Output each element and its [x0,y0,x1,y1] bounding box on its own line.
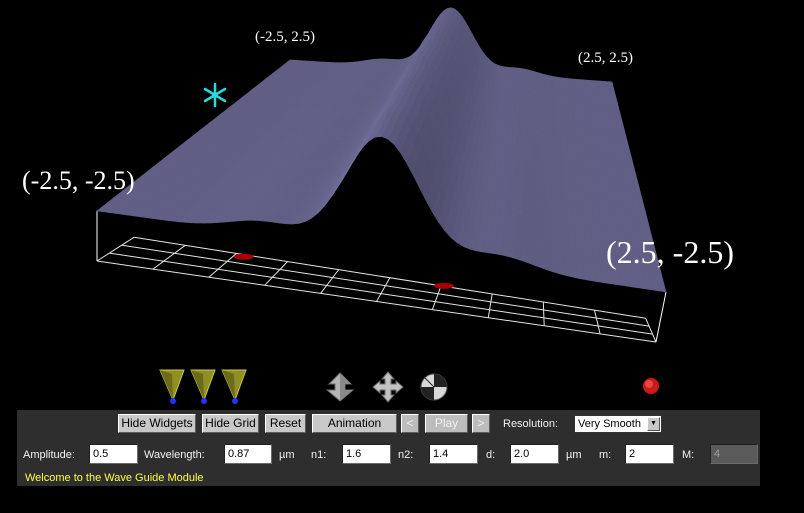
corner-label-bottom-left: (-2.5, -2.5) [22,166,135,195]
wavelength-label: Wavelength: [144,449,205,461]
surface-facet [509,117,515,124]
surface-facet [551,81,556,89]
surface-facet [494,248,503,256]
surface-facet [499,160,506,167]
surface-facet [489,197,497,205]
status-message: Welcome to the Wave Guide Module [25,472,204,484]
resolution-select[interactable]: Very Smooth ▼ [574,415,662,433]
floor-marker [434,282,455,289]
resolution-value: Very Smooth [578,418,641,430]
prev-frame-button[interactable]: < [401,414,419,433]
surface-facet [488,247,497,255]
surface-facet [475,245,484,253]
surface-facet [514,106,520,114]
grid-line [542,301,545,326]
n1-field[interactable] [342,444,391,464]
hide-widgets-button[interactable]: Hide Widgets [118,414,196,433]
surface-facet [505,155,512,163]
surface-facet [564,269,572,278]
surface-facet [506,138,513,146]
surface-facet [492,175,499,182]
amplitude-label: Amplitude: [23,449,75,461]
reset-button[interactable]: Reset [265,414,306,433]
surface-facet [500,148,507,156]
surface-facet [514,111,520,120]
surface-facet [507,127,514,135]
surface-facet [495,192,503,200]
next-frame-button[interactable]: > [472,414,490,433]
corner-label-top-left: (-2.5, 2.5) [255,29,315,45]
surface-facet [515,94,521,102]
surface-facet [490,186,498,194]
surface-facet [484,229,492,238]
d-unit: µm [566,449,582,461]
grid-line [593,310,601,335]
source-cone-icon-2[interactable] [189,368,217,406]
grid-line [376,277,391,302]
grid-line [320,269,340,294]
rotate-ball-icon[interactable] [419,372,451,402]
surface-facet [497,175,504,183]
surface-facet [582,273,591,281]
resolution-label: Resolution: [503,418,559,430]
surface-facet [657,284,667,293]
grid-line [264,261,288,286]
surface-facet [501,143,508,151]
n2-label: n2: [398,449,414,461]
corner-label-bottom-right: (2.5, -2.5) [606,234,734,270]
m-field[interactable] [625,444,674,464]
floor-marker [233,253,254,260]
surface-facet [496,181,504,189]
animation-button[interactable]: Animation [312,414,397,433]
surface-facet [576,271,585,280]
amplitude-field[interactable] [89,444,138,464]
move-cross-icon[interactable] [372,371,404,403]
wavelength-unit: µm [279,449,295,461]
corner-label-top-right: (2.5, 2.5) [578,50,633,66]
n2-field[interactable] [429,444,478,464]
surface-facet [489,192,497,200]
surface-facet [482,246,490,254]
grid-line [487,293,493,318]
surface-facet [589,274,597,282]
grid-line [152,244,186,270]
move-vertical-icon[interactable] [324,372,356,402]
surface-facet [521,74,527,82]
wave-3d-viewport[interactable]: (-2.5, 2.5) (2.5, 2.5) (-2.5, -2.5) (2.5… [0,0,804,405]
wave-surface-plot[interactable] [0,0,804,405]
play-button[interactable]: Play [425,414,468,433]
d-field[interactable] [510,444,559,464]
source-cone-icon-1[interactable] [158,368,186,406]
grid-line [96,236,135,262]
surface-facet [515,100,521,108]
grid-line [431,285,442,310]
surface-facet [508,122,515,130]
grid-line [645,318,657,343]
d-label: d: [486,449,496,461]
M-field [710,444,758,464]
chevron-down-icon[interactable]: ▼ [647,417,660,431]
surface-facet [506,143,513,151]
wavelength-field[interactable] [224,444,272,464]
surface-facet [491,180,499,188]
surface-facet [496,186,503,195]
control-panel: Hide Widgets Hide Grid Reset Animation <… [17,410,760,486]
surface-facet [570,270,578,279]
n1-label: n1: [311,449,327,461]
surface-facet [493,165,501,172]
surface-facet [498,165,506,173]
light-star-icon[interactable] [202,82,228,108]
m-label: m: [599,449,612,461]
surface-facet [494,198,502,206]
record-indicator-icon[interactable] [641,376,661,396]
source-cone-icon-3[interactable] [220,368,248,406]
surface-facet [505,149,512,157]
surface-facet [501,249,509,257]
grid-line [208,253,237,278]
surface-facet [500,154,507,162]
grid-post [655,291,667,343]
hide-grid-button[interactable]: Hide Grid [202,414,259,433]
surface-facet [521,68,527,76]
M-label: M: [682,449,695,461]
